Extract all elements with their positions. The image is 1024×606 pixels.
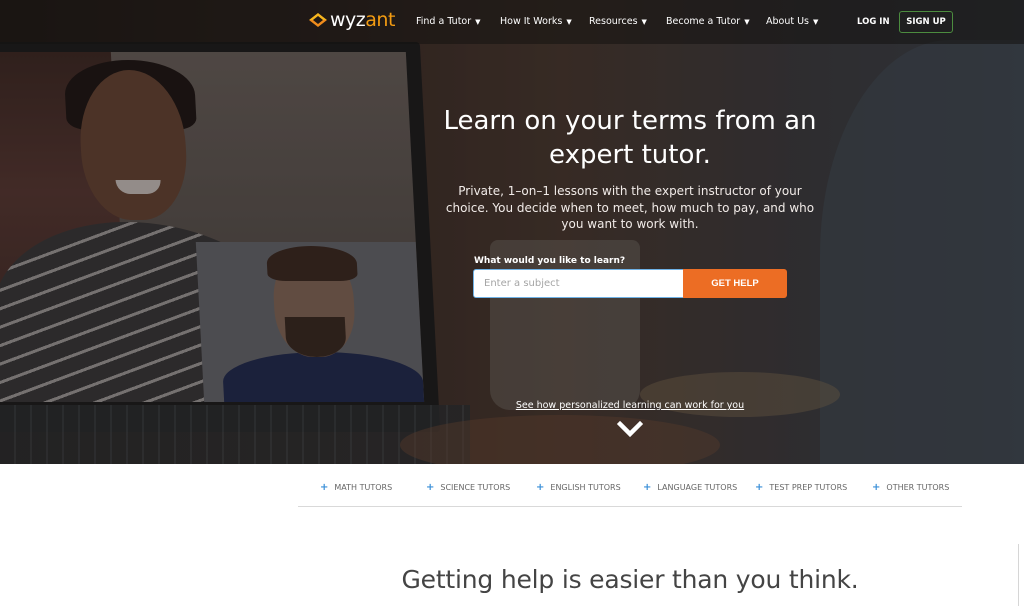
- nav-item-label: How It Works: [500, 16, 563, 27]
- logo-icon: [309, 13, 327, 27]
- caret-down-icon: ▼: [641, 17, 647, 26]
- caret-down-icon: ▼: [744, 17, 750, 26]
- nav-item-label: Find a Tutor: [416, 16, 472, 27]
- top-navigation: wyzant Find a Tutor ▼ How It Works ▼ Resou…: [0, 0, 1024, 44]
- plus-icon: +: [536, 482, 545, 493]
- subject-link-test-prep[interactable]: + TEST PREP TUTORS: [755, 482, 847, 493]
- subject-link-english[interactable]: + ENGLISH TUTORS: [536, 482, 621, 493]
- plus-icon: +: [872, 482, 881, 493]
- logo-text: wyzant: [330, 10, 395, 30]
- plus-icon: +: [643, 482, 652, 493]
- plus-icon: +: [426, 482, 435, 493]
- subject-label: TEST PREP TUTORS: [769, 483, 848, 492]
- hero-title: Learn on your terms from an expert tutor…: [443, 106, 817, 170]
- subject-link-other[interactable]: + OTHER TUTORS: [872, 482, 949, 493]
- nav-become-a-tutor[interactable]: Become a Tutor ▼: [666, 16, 750, 27]
- subject-label: OTHER TUTORS: [886, 483, 950, 492]
- nav-find-a-tutor[interactable]: Find a Tutor ▼: [416, 16, 481, 27]
- get-help-button[interactable]: GET HELP: [683, 269, 787, 298]
- nav-how-it-works[interactable]: How It Works ▼: [500, 16, 572, 27]
- caret-down-icon: ▼: [475, 17, 481, 26]
- nav-item-label: Resources: [589, 16, 638, 27]
- subject-link-math[interactable]: + MATH TUTORS: [320, 482, 392, 493]
- section-title: Getting help is easier than you think.: [401, 565, 859, 594]
- logo-text-accent: ant: [365, 9, 395, 31]
- plus-icon: +: [755, 482, 764, 493]
- nav-item-label: About Us: [766, 16, 810, 27]
- nav-item-label: Become a Tutor: [666, 16, 741, 27]
- caret-down-icon: ▼: [813, 17, 819, 26]
- scrollbar[interactable]: [1018, 544, 1019, 606]
- subject-search-input[interactable]: [473, 269, 684, 298]
- plus-icon: +: [320, 482, 329, 493]
- subject-link-science[interactable]: + SCIENCE TUTORS: [426, 482, 510, 493]
- subject-label: ENGLISH TUTORS: [550, 483, 621, 492]
- hero-section: Learn on your terms from an expert tutor…: [0, 0, 1024, 464]
- subject-label: LANGUAGE TUTORS: [657, 483, 738, 492]
- wyzant-logo[interactable]: wyzant: [309, 10, 395, 30]
- nav-about-us[interactable]: About Us ▼: [766, 16, 818, 27]
- subject-label: SCIENCE TUTORS: [440, 483, 511, 492]
- hero-subtitle: Private, 1–on–1 lessons with the expert …: [445, 184, 815, 231]
- subject-link-language[interactable]: + LANGUAGE TUTORS: [643, 482, 737, 493]
- personalized-learning-link[interactable]: See how personalized learning can work f…: [440, 400, 820, 411]
- caret-down-icon: ▼: [566, 17, 572, 26]
- logo-text-prefix: wyz: [330, 9, 366, 31]
- signup-button[interactable]: SIGN UP: [899, 11, 953, 33]
- search-label: What would you like to learn?: [474, 256, 626, 266]
- chevron-down-icon[interactable]: [617, 420, 643, 438]
- nav-resources[interactable]: Resources ▼: [589, 16, 647, 27]
- login-link[interactable]: LOG IN: [857, 17, 890, 27]
- subject-categories-bar: + MATH TUTORS + SCIENCE TUTORS + ENGLISH TU…: [298, 476, 962, 507]
- subject-label: MATH TUTORS: [334, 483, 393, 492]
